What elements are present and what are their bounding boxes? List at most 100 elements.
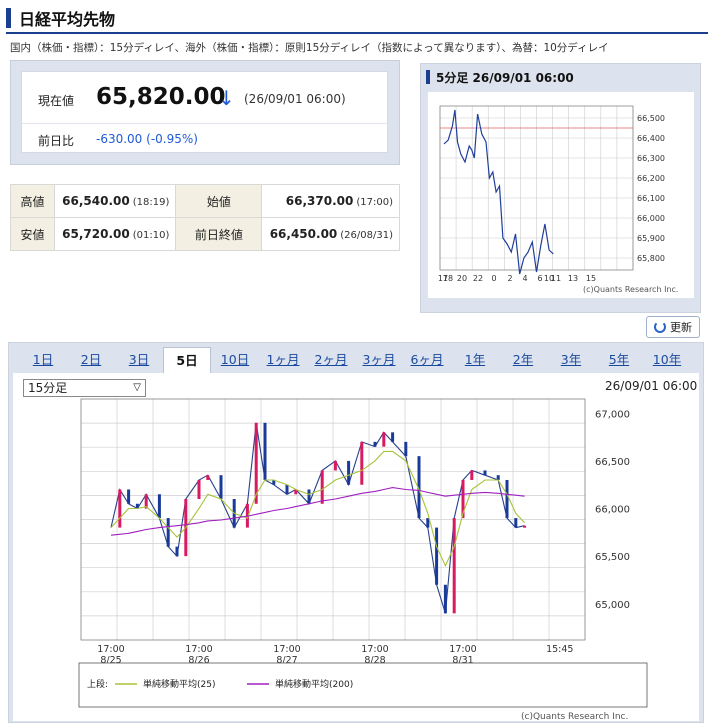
candle [263,422,267,480]
mini-accent-bar [426,70,430,84]
legend-ma25: 単純移動平均(25) [143,678,215,690]
prev-change-label: 前日比 [38,134,75,148]
low-cell: 65,720.00 (01:10) [53,217,177,251]
legend-ma200: 単純移動平均(200) [275,678,353,690]
price-stats-table: 高値 66,540.00 (18:19) 始値 66,370.00 (17:00) … [10,184,400,251]
refresh-button[interactable]: 更新 [646,316,700,338]
chevron-down-icon: ▽ [133,382,141,393]
candle [373,441,377,447]
tab-4[interactable]: 10日 [211,347,259,373]
y-tick-label: 67,000 [595,409,630,420]
high-value: 66,540.00 [62,194,130,208]
tab-8[interactable]: 6ヶ月 [403,347,451,373]
candle [175,546,179,557]
y-tick-label: 66,400 [637,134,665,143]
table-row: 高値 66,540.00 (18:19) 始値 66,370.00 (17:00) [10,184,400,218]
current-price-value: 65,820.00 [96,84,226,110]
y-tick-label: 65,900 [637,234,665,243]
candle [382,432,386,447]
y-tick-label: 66,000 [595,505,630,516]
interval-select[interactable]: 15分足 ▽ [23,379,146,397]
period-tabs: 1日 2日 3日 5日 10日 1ヶ月 2ヶ月 3ヶ月 6ヶ月 1年 2年 3年 5年 10年 [19,347,691,373]
tab-0[interactable]: 1日 [19,347,67,373]
x-tick-label: 11 [551,274,561,283]
candle [127,489,131,504]
x-tick-label: 2 [507,274,512,283]
tab-10[interactable]: 2年 [499,347,547,373]
y-tick-label: 66,500 [637,114,665,123]
tab-9[interactable]: 1年 [451,347,499,373]
mini-chart-panel: 5分足 26/09/01 06:00 65,800 65,900 66,000 66,… [420,63,701,313]
tab-7[interactable]: 3ヶ月 [355,347,403,373]
candle [219,475,223,500]
tab-11[interactable]: 3年 [547,347,595,373]
chart-timestamp: 26/09/01 06:00 [605,379,698,393]
prevclose-cell: 66,450.00 (26/08/31) [261,217,400,251]
x-tick-label: 17:00 [449,644,476,655]
price-box: 現在値 65,820.00 ↓ (26/09/01 06:00) 前日比 -63… [10,60,400,165]
candle [206,475,210,480]
mini-chart-title: 5分足 26/09/01 06:00 [436,70,574,85]
tab-13[interactable]: 10年 [643,347,691,373]
y-tick-label: 65,800 [637,254,665,263]
current-price-time: (26/09/01 06:00) [244,92,346,106]
x-tick-label: 15 [586,274,596,283]
refresh-label: 更新 [670,321,692,334]
prevclose-time: (26/08/31) [340,230,393,241]
x-tick-label: 15:45 [546,644,573,655]
prev-change-value: -630.00 (-0.95%) [96,132,198,146]
x-tick-label: 6 [537,274,542,283]
y-tick-label: 66,200 [637,174,665,183]
open-time: (17:00) [356,197,393,208]
title-accent-bar [6,8,11,28]
candle [118,489,122,528]
candle [347,460,351,485]
chart-panel: 1日 2日 3日 5日 10日 1ヶ月 2ヶ月 3ヶ月 6ヶ月 1年 2年 3年 5年 10年 67,00… [8,342,704,723]
page-header: 日経平均先物 [6,4,708,34]
price-chart: 67,00066,50066,00065,50065,00017:008/251… [78,398,648,721]
page-title: 日経平均先物 [19,10,116,29]
tab-3[interactable]: 5日 [163,347,211,373]
x-tick-label: 17:00 [361,644,388,655]
chart-area: 67,000 66,500 66,000 65,500 65,000 17:00 8/25 1… [13,373,699,721]
tab-6[interactable]: 2ヶ月 [307,347,355,373]
open-label: 始値 [175,184,263,218]
candle [320,470,324,504]
tab-2[interactable]: 3日 [115,347,163,373]
candle [470,470,474,480]
chart-credit: (c)Quants Research Inc. [583,285,678,294]
y-tick-label: 65,500 [595,552,630,563]
interval-select-value: 15分足 [28,381,68,395]
candle [443,584,447,614]
prevclose-label: 前日終値 [175,217,263,251]
x-tick-label: 17:00 [185,644,212,655]
low-time: (01:10) [132,230,170,241]
x-tick-label: 4 [522,274,527,283]
down-arrow-icon: ↓ [218,86,235,110]
price-summary: 現在値 65,820.00 ↓ (26/09/01 06:00) 前日比 -63… [21,71,388,153]
candle [285,484,289,495]
legend-label: 上段: [87,678,108,690]
candle [333,460,337,471]
mini-chart-header: 5分足 26/09/01 06:00 [421,64,700,90]
x-tick-label: 22 [473,274,483,283]
tab-12[interactable]: 5年 [595,347,643,373]
x-tick-label: 20 [457,274,467,283]
open-cell: 66,370.00 (17:00) [261,184,400,218]
table-row: 安値 65,720.00 (01:10) 前日終値 66,450.00 (26/08… [10,217,400,251]
x-tick-label: 17:00 [97,644,124,655]
candle [391,432,395,442]
candle [360,441,364,485]
low-label: 安値 [10,217,55,251]
x-tick-label: 0 [491,274,496,283]
high-label: 高値 [10,184,55,218]
tab-1[interactable]: 2日 [67,347,115,373]
delay-note: 国内（株価・指標）：15分ディレイ、海外（株価・指標）：原則15分ディレイ（指数… [10,42,609,54]
current-price-label: 現在値 [38,94,75,108]
tab-5[interactable]: 1ヶ月 [259,347,307,373]
y-tick-label: 66,100 [637,194,665,203]
candle [157,494,161,519]
chart-credit: (c)Quants Research Inc. [521,712,628,721]
candle [426,518,430,528]
low-value: 65,720.00 [62,227,130,241]
